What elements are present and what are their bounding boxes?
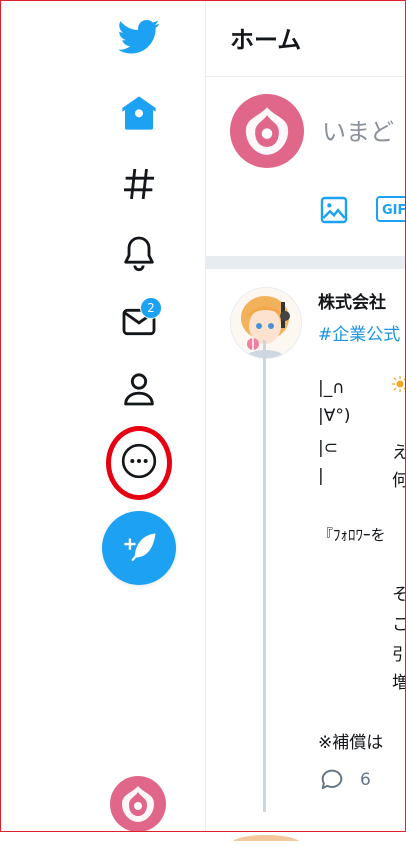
compose-tweet-icon <box>124 533 156 562</box>
tweet-author-avatar[interactable] <box>230 287 302 359</box>
next-tweet-edge <box>206 826 406 845</box>
reply-button[interactable] <box>318 766 346 798</box>
account-avatar[interactable] <box>110 776 166 832</box>
tweet-text-line: 何 <box>392 471 406 491</box>
nav-explore[interactable] <box>112 157 166 211</box>
reply-count: 6 <box>360 770 371 790</box>
next-tweet-avatar-edge-icon <box>232 835 300 845</box>
nav-messages[interactable]: 2 <box>112 295 166 349</box>
tweet-text-line: こ <box>392 615 406 635</box>
compose-avatar[interactable] <box>230 94 304 168</box>
timeline-header: ホーム <box>206 0 406 77</box>
tweet-author-name[interactable]: 株式会社 <box>318 288 386 313</box>
page-title: ホーム <box>230 26 302 54</box>
tweet-text-line: |⊂ <box>318 438 338 458</box>
add-media-button[interactable] <box>318 194 350 230</box>
more-button-highlight <box>106 426 172 500</box>
tweet-text-line: 引 <box>392 645 406 665</box>
sun-icon <box>392 376 406 392</box>
hashtag-icon <box>124 168 154 200</box>
notification-badge: 2 <box>140 297 162 319</box>
tweet-text-line: |_∩ <box>318 378 345 398</box>
add-gif-button[interactable]: GIF <box>376 196 406 222</box>
reply-icon <box>321 769 343 790</box>
bird-icon <box>118 19 160 54</box>
section-divider <box>206 256 406 269</box>
main-column: ホーム いまど GIF 株式会社 #企業公式 |_∩ |∀°) |⊂ え | 何… <box>206 0 406 845</box>
tweet-text-line: ※補償は <box>318 733 384 753</box>
bell-icon <box>124 236 154 272</box>
account-avatar-icon <box>110 776 166 832</box>
tweet-text-line: |∀°) <box>318 406 351 426</box>
tweet-text-line: 『ﾌｫﾛﾜｰを <box>318 526 386 544</box>
tweet-text-line: え <box>392 443 406 463</box>
twitter-logo-button[interactable] <box>112 10 166 64</box>
anime-girl-avatar-icon <box>231 288 301 358</box>
compose-tweet-input[interactable]: いまど <box>322 112 394 147</box>
thread-connector-line <box>263 340 266 812</box>
tweet-text-line: | <box>318 466 324 486</box>
nav-home[interactable] <box>112 86 166 140</box>
compose-avatar-icon <box>230 94 304 168</box>
image-icon <box>320 196 348 224</box>
compose-tweet-button[interactable] <box>102 511 176 585</box>
person-icon <box>124 373 154 406</box>
sidebar-nav: 2 <box>0 0 206 832</box>
tweet-text-line: 増 <box>392 673 406 693</box>
nav-notifications[interactable] <box>112 226 166 280</box>
tweet-hashtag-link[interactable]: #企業公式 <box>318 320 400 345</box>
home-icon <box>122 96 156 130</box>
tweet-text-line: そ <box>392 585 406 605</box>
sun-emoji-icon <box>392 376 406 392</box>
nav-profile[interactable] <box>112 362 166 416</box>
